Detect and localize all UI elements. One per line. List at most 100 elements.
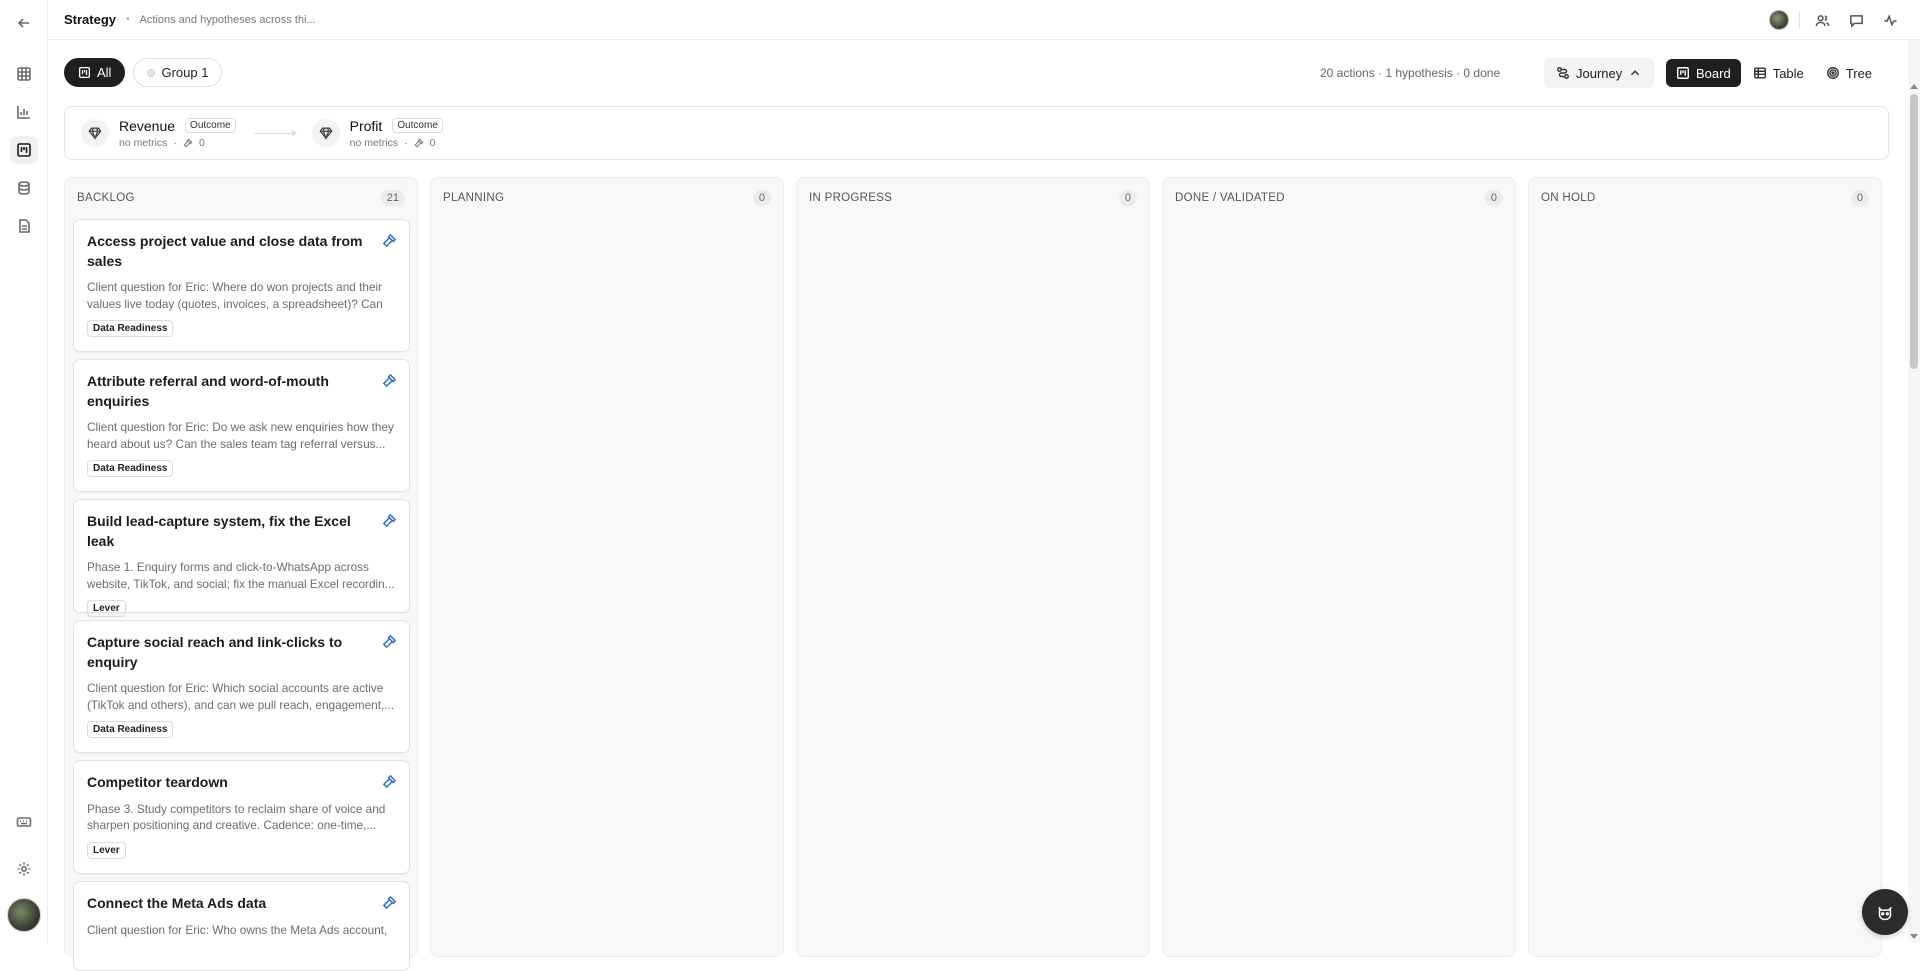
column-title: DONE / VALIDATED bbox=[1175, 192, 1285, 204]
outcome-badge: Outcome bbox=[392, 118, 443, 133]
column-count: 0 bbox=[1118, 190, 1137, 206]
activity-icon[interactable] bbox=[1878, 8, 1902, 32]
column-title: BACKLOG bbox=[77, 192, 135, 204]
database-icon[interactable] bbox=[10, 174, 38, 202]
outcome-action-count: 0 bbox=[198, 136, 205, 149]
journey-icon bbox=[1557, 67, 1569, 79]
page-title: Strategy bbox=[64, 12, 117, 27]
board-icon[interactable] bbox=[10, 136, 38, 164]
scroll-thumb[interactable] bbox=[1910, 94, 1918, 369]
column-count: 0 bbox=[1484, 190, 1503, 206]
chevron-up-icon bbox=[1631, 70, 1640, 76]
group-filters: All Group 1 bbox=[64, 58, 223, 87]
view-board-button[interactable]: Board bbox=[1666, 59, 1741, 87]
keyboard-icon[interactable] bbox=[10, 808, 38, 836]
card-description: Phase 3. Study competitors to reclaim sh… bbox=[87, 801, 386, 833]
card-description: Client question for Eric: Where do won p… bbox=[87, 280, 383, 311]
view-table-label: Table bbox=[1772, 65, 1804, 81]
card-title: Capture social reach and link-clicks to … bbox=[87, 634, 343, 670]
document-icon[interactable] bbox=[10, 212, 38, 240]
outcome-name: Revenue bbox=[119, 117, 176, 134]
journey-label: Journey bbox=[1576, 65, 1623, 81]
users-icon[interactable] bbox=[1810, 8, 1834, 32]
diamond-icon bbox=[311, 119, 340, 147]
filter-all-chip[interactable]: All bbox=[64, 58, 126, 87]
meta-separator: · bbox=[173, 136, 177, 149]
filter-all-label: All bbox=[97, 65, 112, 80]
card-tag: Data Readiness bbox=[87, 721, 174, 738]
card-title: Connect the Meta Ads data bbox=[87, 895, 267, 911]
column-count: 0 bbox=[752, 190, 771, 206]
column-title: ON HOLD bbox=[1541, 192, 1596, 204]
group-color-dot bbox=[147, 68, 156, 77]
hammer-icon bbox=[183, 138, 193, 147]
view-tree-button[interactable]: Tree bbox=[1816, 59, 1882, 87]
chart-icon[interactable] bbox=[10, 98, 38, 126]
summary-stats: 20 actions · 1 hypothesis · 0 done bbox=[1320, 66, 1501, 80]
assistant-button[interactable] bbox=[1862, 889, 1908, 935]
action-card[interactable]: Attribute referral and word-of-mouth enq… bbox=[73, 359, 410, 492]
scroll-up-arrow[interactable] bbox=[1910, 84, 1918, 89]
table-icon bbox=[1753, 67, 1766, 79]
card-tag: Lever bbox=[87, 600, 126, 617]
settings-icon[interactable] bbox=[10, 855, 38, 883]
hammer-icon[interactable] bbox=[382, 233, 397, 248]
collaborator-avatar[interactable] bbox=[1769, 10, 1789, 30]
user-avatar[interactable] bbox=[7, 898, 41, 932]
card-title: Access project value and close data from… bbox=[87, 233, 363, 269]
outcome-badge: Outcome bbox=[185, 118, 236, 133]
board-icon bbox=[78, 66, 91, 79]
target-icon bbox=[1826, 67, 1839, 79]
hammer-icon[interactable] bbox=[382, 373, 397, 388]
meta-separator: · bbox=[404, 136, 408, 149]
hammer-icon[interactable] bbox=[382, 513, 397, 528]
card-title: Attribute referral and word-of-mouth enq… bbox=[87, 373, 329, 409]
board-icon bbox=[1677, 67, 1689, 79]
journey-dropdown[interactable]: Journey bbox=[1544, 58, 1655, 88]
card-title: Build lead-capture system, fix the Excel… bbox=[87, 513, 351, 549]
comment-icon[interactable] bbox=[1844, 8, 1868, 32]
page-scrollbar[interactable] bbox=[1908, 40, 1920, 943]
card-tag: Data Readiness bbox=[87, 320, 174, 337]
column-in-progress[interactable]: IN PROGRESS 0 bbox=[796, 177, 1150, 957]
page-subtitle: Actions and hypotheses across thi... bbox=[139, 13, 316, 26]
hammer-icon[interactable] bbox=[382, 895, 397, 910]
action-card[interactable]: Competitor teardown Phase 3. Study compe… bbox=[73, 760, 410, 874]
outcome-profit[interactable]: Profit Outcome no metrics · 0 bbox=[311, 118, 443, 149]
view-board-label: Board bbox=[1696, 65, 1731, 81]
card-tag: Data Readiness bbox=[87, 460, 174, 477]
column-count: 21 bbox=[380, 190, 405, 206]
back-icon[interactable] bbox=[10, 9, 38, 37]
view-switcher: Board Table Tree bbox=[1664, 57, 1885, 89]
column-title: PLANNING bbox=[443, 192, 505, 204]
card-description: Client question for Eric: Which social a… bbox=[87, 681, 395, 712]
outcome-action-count: 0 bbox=[429, 136, 436, 149]
action-card[interactable]: Access project value and close data from… bbox=[73, 219, 410, 352]
top-actions bbox=[1769, 8, 1902, 32]
outcome-link-arrow bbox=[253, 129, 297, 136]
action-card[interactable]: Capture social reach and link-clicks to … bbox=[73, 620, 410, 753]
filter-group-chip[interactable]: Group 1 bbox=[133, 58, 223, 87]
hammer-icon[interactable] bbox=[382, 774, 397, 789]
filter-group-label: Group 1 bbox=[161, 65, 209, 80]
view-tree-label: Tree bbox=[1845, 65, 1873, 81]
column-backlog[interactable]: BACKLOG 21 Access project value and clos… bbox=[64, 177, 418, 971]
view-table-button[interactable]: Table bbox=[1743, 59, 1814, 87]
action-card[interactable]: Build lead-capture system, fix the Excel… bbox=[73, 499, 410, 617]
outcome-revenue[interactable]: Revenue Outcome no metrics · 0 bbox=[81, 118, 236, 149]
title-separator: • bbox=[126, 14, 130, 25]
card-description: Client question for Eric: Who owns the M… bbox=[87, 922, 388, 937]
hammer-icon[interactable] bbox=[382, 634, 397, 649]
left-rail bbox=[0, 0, 48, 943]
scroll-down-arrow[interactable] bbox=[1910, 934, 1918, 939]
card-description: Client question for Eric: Do we ask new … bbox=[87, 420, 394, 451]
outcome-metrics: no metrics bbox=[349, 136, 399, 149]
outcome-metrics: no metrics bbox=[119, 136, 168, 149]
action-card[interactable]: Connect the Meta Ads data Client questio… bbox=[73, 881, 410, 971]
card-description: Phase 1. Enquiry forms and click-to-What… bbox=[87, 560, 395, 591]
column-done-validated[interactable]: DONE / VALIDATED 0 bbox=[1162, 177, 1516, 957]
outcome-strip: Revenue Outcome no metrics · 0 Profit Ou… bbox=[64, 106, 1889, 160]
grid-icon[interactable] bbox=[10, 60, 38, 88]
column-on-hold[interactable]: ON HOLD 0 bbox=[1528, 177, 1882, 957]
column-planning[interactable]: PLANNING 0 bbox=[430, 177, 784, 957]
